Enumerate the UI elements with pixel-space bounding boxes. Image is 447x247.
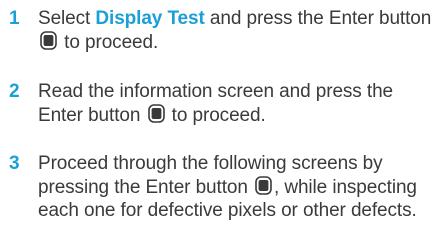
step-3: 3 Proceed through the following screens … (0, 152, 447, 247)
step-text: Read the information screen and press th… (38, 80, 443, 127)
instruction-list: 1 Select Display Test and press the Ente… (0, 0, 447, 246)
step-number: 3 (9, 153, 20, 174)
enter-button-icon (40, 30, 57, 50)
step-2: 2 Read the information screen and press … (0, 80, 447, 130)
step-text: Select Display Test and press the Enter … (38, 7, 443, 54)
step-text-pre: Select (38, 8, 96, 29)
step-1: 1 Select Display Test and press the Ente… (0, 7, 447, 57)
step-text: Proceed through the following screens by… (38, 152, 443, 223)
step-text-mid: and press the Enter button (204, 8, 432, 29)
enter-button-icon (255, 175, 272, 195)
step-text-post: to proceed. (59, 31, 159, 53)
step-number: 2 (9, 81, 20, 102)
step-text-post: to proceed. (166, 104, 266, 126)
menu-item-highlight: Display Test (95, 8, 205, 29)
enter-button-icon (147, 103, 165, 123)
step-number: 1 (9, 8, 20, 29)
